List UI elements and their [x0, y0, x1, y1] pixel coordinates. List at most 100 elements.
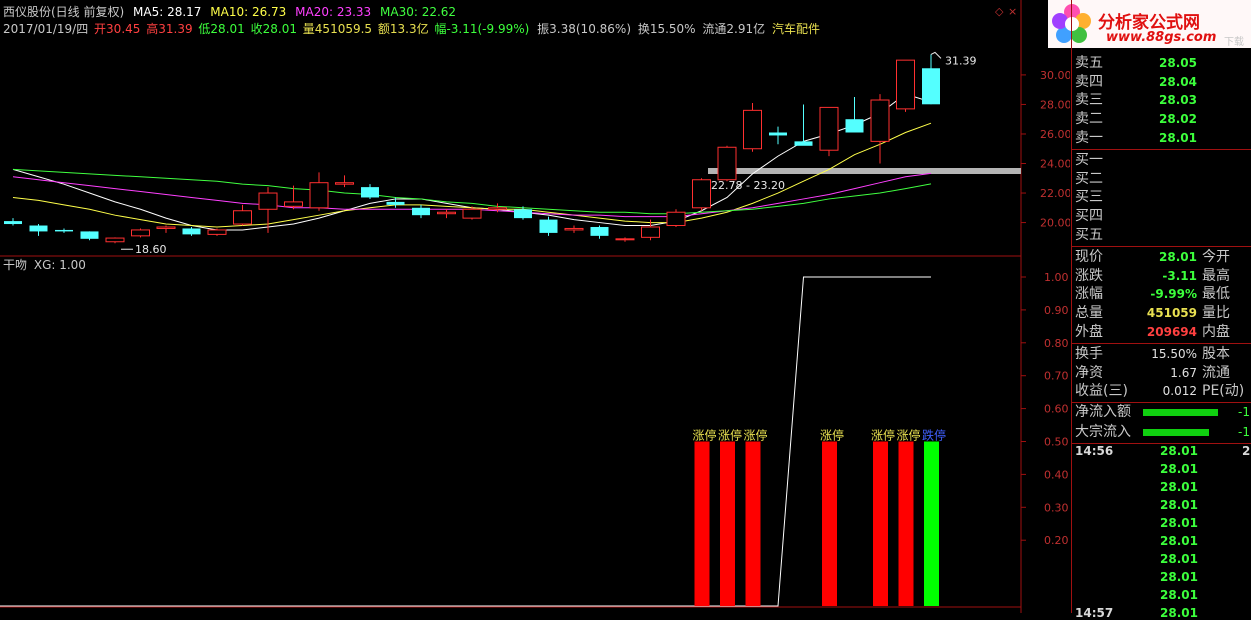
candle-body — [4, 221, 22, 225]
signal-line — [0, 276, 931, 607]
order-book-sell-label: 卖二 — [1075, 111, 1103, 128]
limit-up-label: 涨停 — [718, 428, 742, 443]
candle-body — [412, 207, 430, 216]
quote-stat-value: 15.50% — [1151, 347, 1197, 361]
support-band — [708, 168, 1021, 174]
tick-price: 28.01 — [1160, 588, 1198, 602]
tick-price: 28.01 — [1160, 480, 1198, 494]
price-tick-label: 30.00 — [1040, 69, 1070, 82]
order-book-sell-label: 卖四 — [1075, 73, 1103, 90]
quote-stat-value: 1.67 — [1170, 365, 1197, 380]
indicator-tick-label: 0.60 — [1044, 403, 1069, 416]
candle-body — [692, 179, 711, 209]
quote-stat-label: 涨跌 — [1075, 267, 1103, 284]
candle-body — [896, 59, 915, 110]
order-book-sell-price[interactable]: 28.05 — [1140, 54, 1197, 72]
order-book-sell-price[interactable]: 28.01 — [1140, 129, 1197, 147]
indicator-tick-label: 0.80 — [1044, 337, 1069, 350]
limit-up-bar — [873, 441, 888, 606]
candle-body — [258, 192, 278, 210]
chart-canvas[interactable]: 20.00 22.00 24.00 26.00 28.00 30.00 0.20 0.30 0.… — [0, 0, 1070, 613]
capital-flow-label: 净流入额 — [1075, 404, 1131, 420]
tick-time: 14:57 — [1075, 606, 1114, 620]
indicator-tick-label: 0.50 — [1044, 436, 1069, 449]
candle-body — [488, 207, 507, 210]
order-book-buy-label: 买五 — [1075, 226, 1103, 243]
logo-url[interactable]: www.88gs.com — [1106, 30, 1216, 45]
quote-stat-extra-label: 量比 — [1202, 305, 1230, 322]
quote-stat-label: 净资 — [1075, 364, 1103, 381]
candle-body — [361, 187, 379, 198]
low-label: 18.60 — [135, 243, 167, 256]
indicator-name[interactable]: 干吻 — [3, 258, 27, 272]
limit-up-label: 涨停 — [744, 428, 768, 443]
quote-stat-label: 换手 — [1075, 346, 1103, 362]
candle-body — [386, 201, 405, 205]
limit-up-label: 涨停 — [693, 428, 717, 443]
high-marker — [930, 51, 942, 59]
logo-watermark: 下载 — [1224, 37, 1244, 48]
capital-flow-value: -1 — [1238, 405, 1250, 419]
candle-body — [870, 99, 890, 142]
quote-stat-extra-label: 最低 — [1202, 286, 1230, 303]
quote-stat-extra-label: 今开 — [1202, 249, 1230, 265]
panel-separator — [1071, 149, 1251, 150]
tick-price: 28.01 — [1160, 444, 1198, 458]
quote-stat-label: 外盘 — [1075, 323, 1103, 340]
price-tick-label: 20.00 — [1040, 217, 1070, 230]
tick-price: 28.01 — [1160, 516, 1198, 530]
candle-body — [564, 227, 584, 231]
order-book-sell-price[interactable]: 28.02 — [1140, 110, 1197, 128]
candle-body — [794, 141, 813, 146]
stock-chart-window: 西仪股份(日线 前复权) MA5: 28.17 MA10: 26.73 MA20… — [0, 0, 1251, 620]
tick-price: 28.01 — [1160, 570, 1198, 584]
quote-stat-label: 涨幅 — [1075, 286, 1103, 303]
capital-flow-value: -1 — [1238, 425, 1250, 439]
candle-body — [335, 182, 354, 185]
limit-up-bar — [694, 441, 710, 606]
price-tick-label: 24.00 — [1040, 158, 1070, 171]
quote-stat-label: 总量 — [1075, 305, 1103, 322]
candle-body — [641, 226, 660, 238]
tick-price: 28.01 — [1160, 534, 1198, 548]
indicator-tick-label: 0.70 — [1044, 370, 1069, 383]
order-book-sell-label: 卖五 — [1075, 55, 1103, 71]
indicator-tick-label: 0.30 — [1044, 501, 1069, 514]
order-book-sell-price[interactable]: 28.04 — [1140, 73, 1197, 91]
site-logo: 分析家公式网 www.88gs.com 下载 — [1048, 0, 1251, 48]
quote-stat-label: 收益(三) — [1075, 383, 1128, 400]
order-book-sell-price[interactable]: 28.03 — [1140, 91, 1197, 109]
limit-up-bar — [822, 441, 837, 606]
order-book-sell-label: 卖三 — [1075, 92, 1103, 109]
quote-stat-value: -9.99% — [1150, 287, 1197, 302]
candle-body — [615, 238, 635, 241]
candle-body — [666, 211, 686, 227]
quote-stat-extra-label: 股本 — [1202, 346, 1230, 362]
candle-body — [105, 237, 125, 243]
candle-body — [462, 208, 482, 219]
limit-up-bar — [720, 441, 735, 606]
candle-body — [590, 226, 609, 236]
indicator-tick-label: 0.90 — [1044, 304, 1069, 317]
limit-up-label: 涨停 — [897, 428, 921, 443]
order-book-buy-label: 买一 — [1075, 152, 1103, 168]
quote-stat-value: 28.01 — [1159, 250, 1197, 264]
quote-stat-extra-label: 最高 — [1202, 267, 1230, 284]
order-book-buy-label: 买三 — [1075, 189, 1103, 206]
candle-body — [845, 119, 864, 133]
candle-body — [131, 229, 150, 237]
quote-stat-value: 209694 — [1146, 324, 1197, 339]
candle-body — [743, 109, 762, 150]
indicator-xg: XG: 1.00 — [33, 258, 86, 272]
panel-separator — [1071, 246, 1251, 247]
limit-up-label: 涨停 — [820, 428, 844, 443]
range-label: 22.78 - 23.20 — [711, 179, 785, 192]
order-book-sell-label: 卖一 — [1075, 129, 1103, 146]
limit-up-label: 跌停 — [922, 428, 946, 443]
quote-stat-label: 现价 — [1075, 249, 1103, 265]
candle-body — [207, 229, 227, 235]
capital-flow-bar — [1143, 409, 1218, 416]
candle-body — [55, 229, 73, 232]
candle-body — [182, 228, 201, 235]
limit-up-bar — [745, 441, 761, 606]
